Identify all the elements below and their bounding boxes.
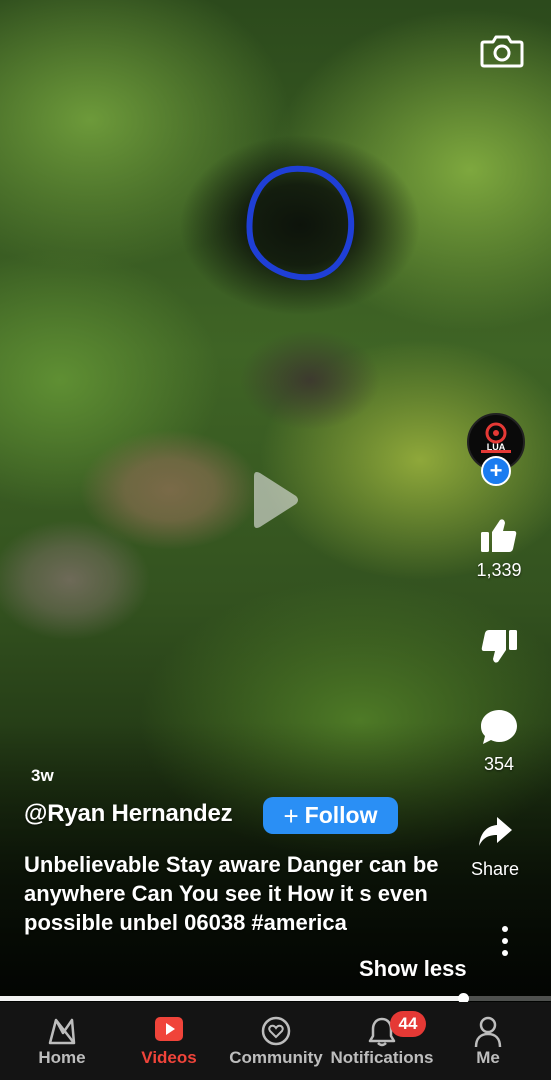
video-description: Unbelievable Stay aware Danger can be an… — [24, 852, 439, 935]
nav-videos[interactable]: Videos — [133, 1002, 205, 1080]
person-icon — [474, 1016, 502, 1048]
share-arrow-icon — [479, 817, 512, 846]
video-progress-bar[interactable] — [0, 993, 551, 1004]
dislike-button[interactable] — [463, 628, 535, 664]
like-button[interactable]: 1,339 — [463, 518, 535, 581]
plus-icon: + — [283, 800, 299, 831]
channel-logo-text: LUA — [486, 442, 506, 452]
thumbs-down-icon — [481, 630, 517, 663]
community-heart-icon — [261, 1016, 291, 1046]
notification-count-badge: 44 — [390, 1011, 426, 1037]
nav-videos-label: Videos — [141, 1048, 197, 1067]
like-count: 1,339 — [476, 560, 522, 580]
channel-name[interactable]: @Ryan Hernandez — [24, 800, 233, 828]
bottom-navigation: Home Videos Community Notifications Me — [0, 1002, 551, 1080]
camera-icon[interactable] — [480, 33, 524, 69]
show-less-link[interactable]: Show less — [359, 956, 467, 982]
post-age: 3w — [31, 766, 54, 785]
more-options-icon[interactable] — [490, 924, 520, 958]
follow-label: Follow — [304, 802, 378, 828]
follow-button[interactable]: + Follow — [263, 797, 398, 834]
subscribe-plus-button[interactable]: + — [481, 456, 511, 486]
play-overlay-icon[interactable] — [250, 470, 300, 530]
nav-community[interactable]: Community — [226, 1002, 326, 1080]
thumbs-up-icon — [481, 519, 517, 552]
nav-notifications-label: Notifications — [330, 1048, 434, 1067]
nav-me[interactable]: Me — [466, 1002, 510, 1080]
comment-count: 354 — [483, 754, 515, 774]
nav-home[interactable]: Home — [28, 1002, 96, 1080]
nav-home-label: Home — [38, 1048, 86, 1067]
nav-community-label: Community — [229, 1048, 323, 1067]
videos-play-icon — [155, 1017, 183, 1041]
comment-bubble-icon — [481, 710, 517, 744]
video-progress-fill — [0, 996, 463, 1001]
annotation-circle — [246, 165, 355, 281]
nav-me-label: Me — [476, 1048, 500, 1067]
home-icon — [48, 1018, 76, 1045]
comments-button[interactable]: 354 — [463, 708, 535, 775]
